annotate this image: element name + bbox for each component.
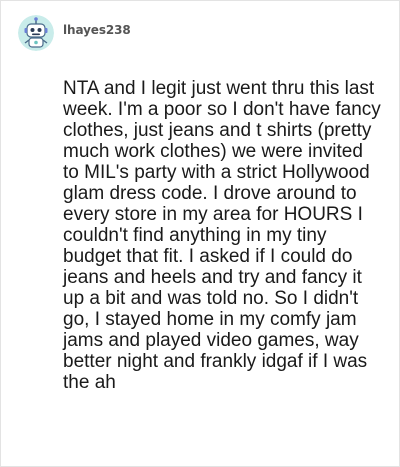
robot-avatar-icon[interactable]	[18, 15, 54, 51]
comment-card: lhayes238 NTA and I legit just went thru…	[0, 0, 400, 467]
comment-body: NTA and I legit just went thru this last…	[63, 78, 381, 393]
comment-header: lhayes238	[18, 15, 131, 51]
username[interactable]: lhayes238	[63, 23, 131, 37]
